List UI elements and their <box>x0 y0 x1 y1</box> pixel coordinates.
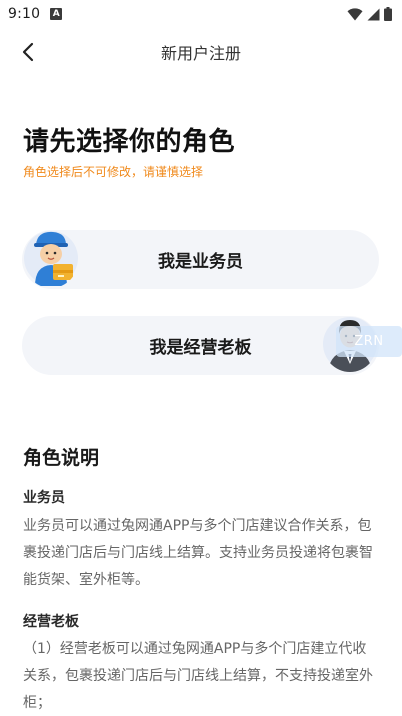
status-icons <box>347 7 392 21</box>
signal-icon <box>367 8 380 20</box>
page-title: 新用户注册 <box>160 44 241 63</box>
chevron-left-icon <box>22 42 34 62</box>
description-title: 角色说明 <box>23 447 100 469</box>
boss-description-title: 经营老板 <box>23 614 79 630</box>
courier-avatar <box>23 228 79 288</box>
watermark-overlay: ZRN <box>336 326 402 357</box>
back-button[interactable] <box>14 38 42 66</box>
role-heading: 请先选择你的角色 <box>23 127 236 157</box>
role-option-label: 我是经营老板 <box>149 338 252 358</box>
wifi-icon <box>347 7 363 21</box>
role-option-label: 我是业务员 <box>158 252 243 272</box>
courier-description-text: 业务员可以通过兔网通APP与多个门店建议合作关系，包裹投递门店后与门店线上结算。… <box>23 518 373 588</box>
boss-description-text: （1）经营老板可以通过兔网通APP与多个门店建立代收关系，包裹投递门店后与门店线… <box>23 641 373 711</box>
status-bar: 9:10 A <box>0 0 402 28</box>
a-icon: A <box>50 8 63 20</box>
role-notice: 角色选择后不可修改，请谨慎选择 <box>23 165 204 179</box>
nav-bar: 新用户注册 <box>0 32 402 72</box>
battery-icon <box>384 7 392 21</box>
status-time: 9:10 <box>8 6 41 22</box>
courier-description-title: 业务员 <box>23 490 65 506</box>
